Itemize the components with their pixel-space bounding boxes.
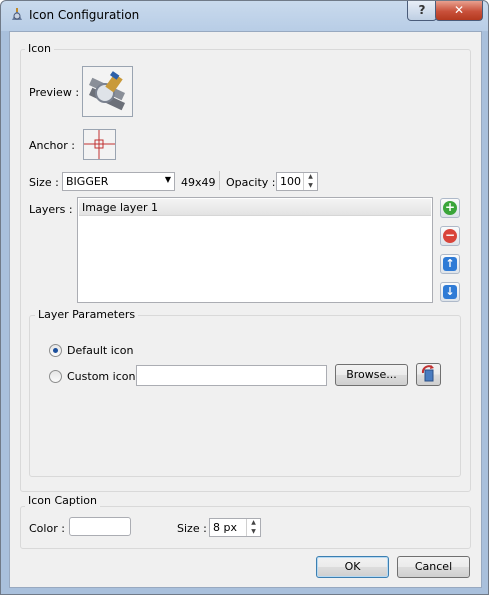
layer-params-title: Layer Parameters bbox=[35, 308, 139, 321]
caption-color-label: Color : bbox=[29, 522, 65, 535]
opacity-spinner[interactable]: 100 ▲ ▼ bbox=[276, 172, 318, 191]
move-layer-down-button[interactable]: ↓ bbox=[440, 282, 460, 302]
custom-icon-path-input[interactable] bbox=[136, 365, 327, 386]
opacity-stepper[interactable]: ▲ ▼ bbox=[303, 173, 317, 190]
caption-size-spinner[interactable]: 8 px ▲ ▼ bbox=[209, 518, 261, 537]
icon-preview[interactable] bbox=[82, 66, 133, 117]
icon-caption-title: Icon Caption bbox=[25, 494, 100, 507]
caption-size-stepper[interactable]: ▲ ▼ bbox=[246, 519, 260, 536]
anchor-picker[interactable] bbox=[83, 129, 116, 160]
caption-size-label: Size : bbox=[177, 522, 207, 535]
opacity-label: Opacity : bbox=[226, 176, 276, 189]
size-select[interactable]: BIGGER ▼ bbox=[62, 172, 175, 191]
caption-size-value: 8 px bbox=[213, 521, 237, 534]
custom-icon-label[interactable]: Custom icon bbox=[67, 370, 135, 383]
preview-label: Preview : bbox=[29, 86, 80, 99]
size-label: Size : bbox=[29, 176, 59, 189]
size-select-value: BIGGER bbox=[66, 175, 109, 188]
radio-selected-dot bbox=[53, 348, 58, 353]
close-button[interactable]: ✕ bbox=[435, 1, 483, 21]
caption-color-swatch[interactable] bbox=[69, 517, 131, 536]
divider bbox=[219, 171, 220, 190]
reset-icon-button[interactable] bbox=[416, 363, 441, 386]
reset-icon bbox=[421, 365, 434, 382]
cancel-button[interactable]: Cancel bbox=[397, 556, 470, 578]
remove-icon: − bbox=[443, 228, 457, 243]
move-layer-up-button[interactable]: ↑ bbox=[440, 254, 460, 274]
remove-layer-button[interactable]: − bbox=[440, 226, 460, 246]
icon-group-title: Icon bbox=[25, 42, 54, 55]
browse-button[interactable]: Browse... bbox=[335, 364, 408, 386]
spin-down-icon[interactable]: ▼ bbox=[304, 182, 317, 191]
default-icon-radio[interactable] bbox=[49, 344, 62, 357]
add-icon: + bbox=[443, 200, 457, 215]
layer-params-group bbox=[29, 315, 461, 477]
layers-label: Layers : bbox=[29, 203, 73, 216]
help-button[interactable]: ? bbox=[407, 1, 437, 21]
spin-up-icon[interactable]: ▲ bbox=[247, 519, 260, 528]
layer-name: Image layer 1 bbox=[82, 201, 159, 214]
spin-up-icon[interactable]: ▲ bbox=[304, 173, 317, 182]
window-title: Icon Configuration bbox=[29, 8, 140, 22]
list-item[interactable]: Image layer 1 bbox=[79, 199, 431, 216]
anchor-label: Anchor : bbox=[29, 139, 75, 152]
app-icon bbox=[12, 8, 22, 20]
title-bar[interactable]: Icon Configuration ? ✕ bbox=[1, 1, 488, 29]
opacity-value: 100 bbox=[280, 175, 301, 188]
add-layer-button[interactable]: + bbox=[440, 198, 460, 218]
preview-image-icon bbox=[88, 71, 126, 111]
arrow-up-icon: ↑ bbox=[443, 257, 457, 271]
ok-button[interactable]: OK bbox=[316, 556, 389, 578]
arrow-down-icon: ↓ bbox=[443, 285, 457, 299]
dialog-window: Icon Configuration ? ✕ Icon Preview : An… bbox=[0, 0, 489, 595]
anchor-crosshair-icon bbox=[84, 130, 115, 159]
size-dims: 49x49 bbox=[181, 176, 216, 189]
custom-icon-radio[interactable] bbox=[49, 370, 62, 383]
spin-down-icon[interactable]: ▼ bbox=[247, 528, 260, 537]
default-icon-label[interactable]: Default icon bbox=[67, 344, 134, 357]
layers-list[interactable]: Image layer 1 bbox=[77, 197, 433, 303]
chevron-down-icon: ▼ bbox=[164, 175, 171, 184]
dialog-body: Icon Preview : Anchor : Size : BIGGER ▼ bbox=[9, 31, 482, 588]
